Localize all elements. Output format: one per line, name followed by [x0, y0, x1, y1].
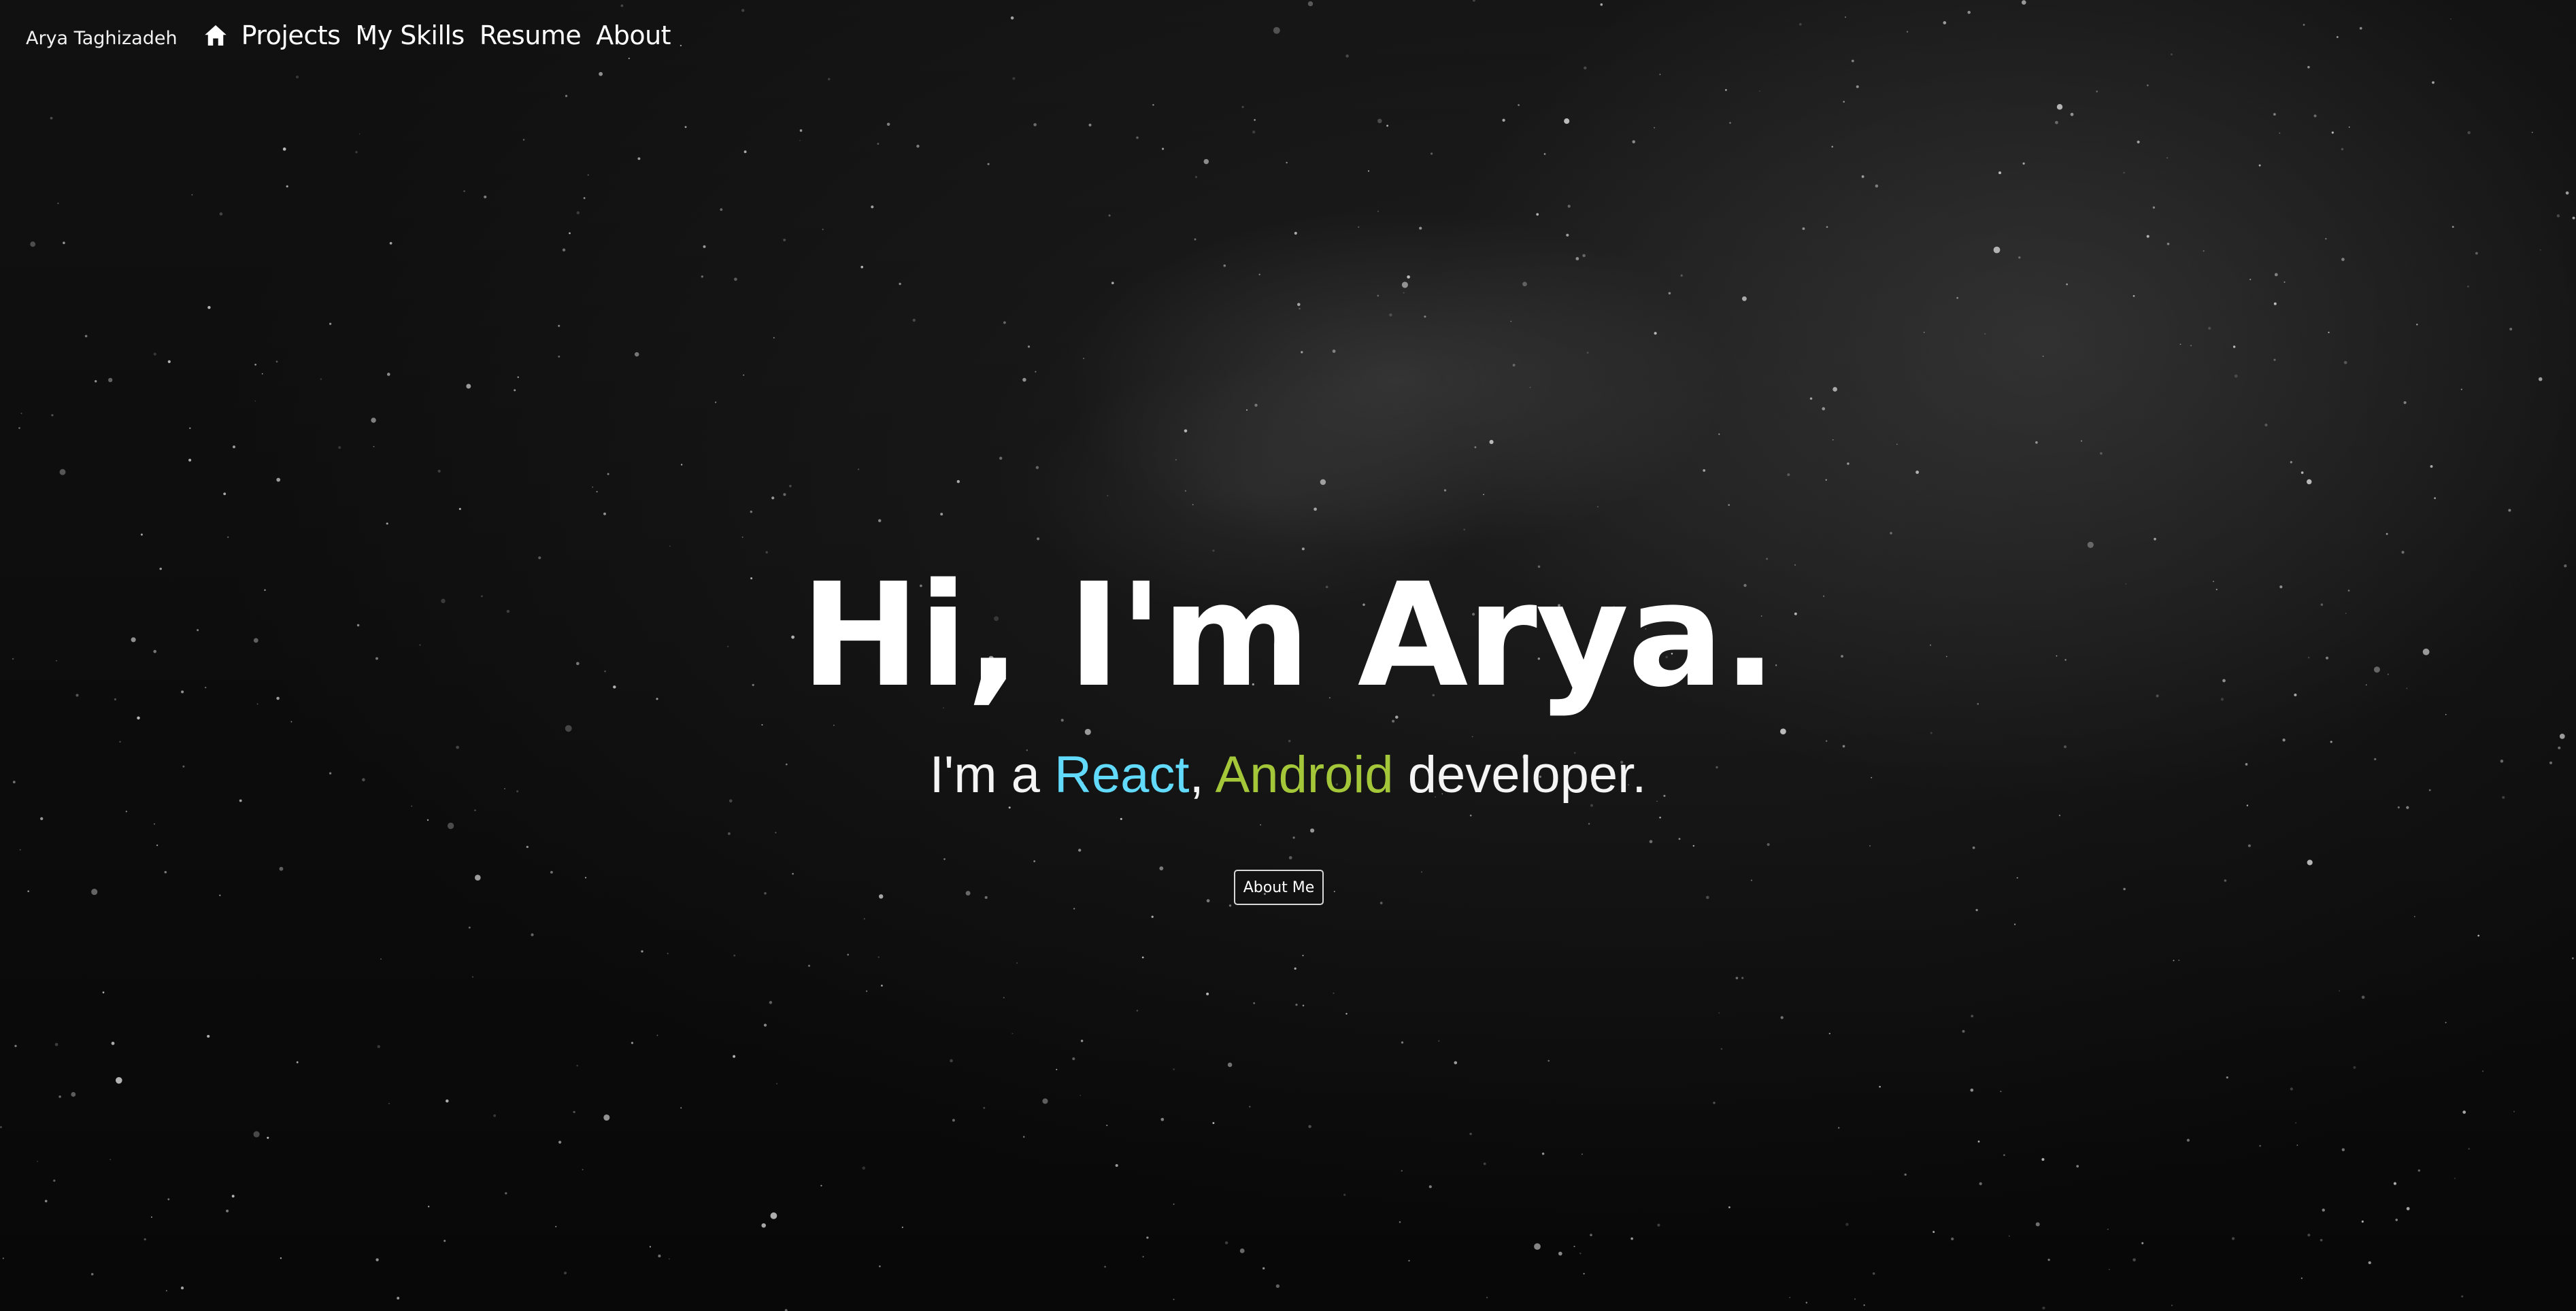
- hero-subtitle: I'm a React, Android developer.: [0, 741, 2576, 809]
- home-icon[interactable]: [202, 22, 229, 49]
- about-me-button[interactable]: About Me: [1234, 870, 1324, 905]
- subtitle-prefix: I'm a: [929, 746, 1055, 804]
- navbar: Arya Taghizadeh Projects My Skills Resum…: [26, 14, 686, 57]
- subtitle-comma: ,: [1189, 746, 1204, 804]
- nav-link-about[interactable]: About: [596, 20, 671, 50]
- nav-link-my-skills[interactable]: My Skills: [355, 20, 465, 50]
- subtitle-react: React: [1054, 746, 1190, 804]
- brand-link[interactable]: Arya Taghizadeh: [26, 28, 178, 49]
- nav-link-resume[interactable]: Resume: [480, 20, 582, 50]
- subtitle-android: Android: [1215, 746, 1394, 804]
- subtitle-suffix: developer.: [1393, 746, 1647, 804]
- hero-title: Hi, I'm Arya.: [800, 552, 1777, 719]
- nav-link-projects[interactable]: Projects: [241, 20, 341, 50]
